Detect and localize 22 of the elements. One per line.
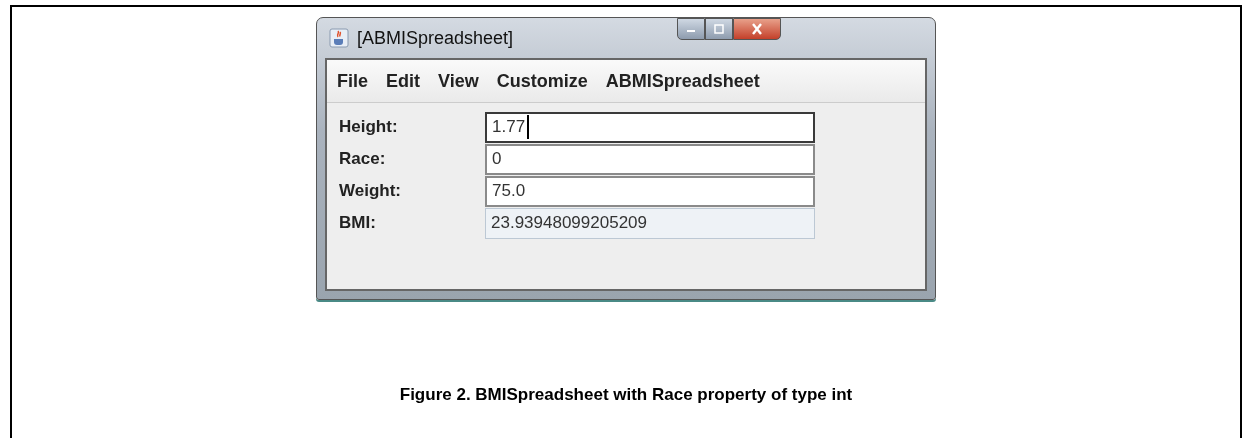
window-title: [ABMISpreadsheet] xyxy=(357,27,514,49)
figure-caption: Figure 2. BMISpreadsheet with Race property of type int xyxy=(399,385,853,405)
minimize-button[interactable] xyxy=(677,18,705,40)
text-field[interactable]: 75.0 xyxy=(485,175,815,207)
close-icon xyxy=(749,22,765,36)
field-label: Weight: xyxy=(339,181,402,201)
cup-icon xyxy=(329,28,349,48)
menu-item[interactable]: File xyxy=(337,70,368,92)
menu-item[interactable]: Edit xyxy=(386,70,420,92)
field-label: Race: xyxy=(339,149,387,169)
menu-item[interactable]: ABMISpreadsheet xyxy=(605,70,760,92)
close-button[interactable] xyxy=(733,18,781,40)
text-field[interactable]: 0 xyxy=(485,143,815,175)
menu-item[interactable]: Customize xyxy=(496,70,588,92)
field-label: BMI: xyxy=(339,213,377,233)
maximize-icon xyxy=(712,23,726,35)
text-caret xyxy=(527,115,530,139)
text-field[interactable]: 1.77 xyxy=(485,111,815,143)
menu-item[interactable]: View xyxy=(438,70,479,92)
maximize-button[interactable] xyxy=(705,18,733,40)
readonly-field: 23.93948099205209 xyxy=(485,207,815,239)
field-label: Height: xyxy=(339,117,399,137)
